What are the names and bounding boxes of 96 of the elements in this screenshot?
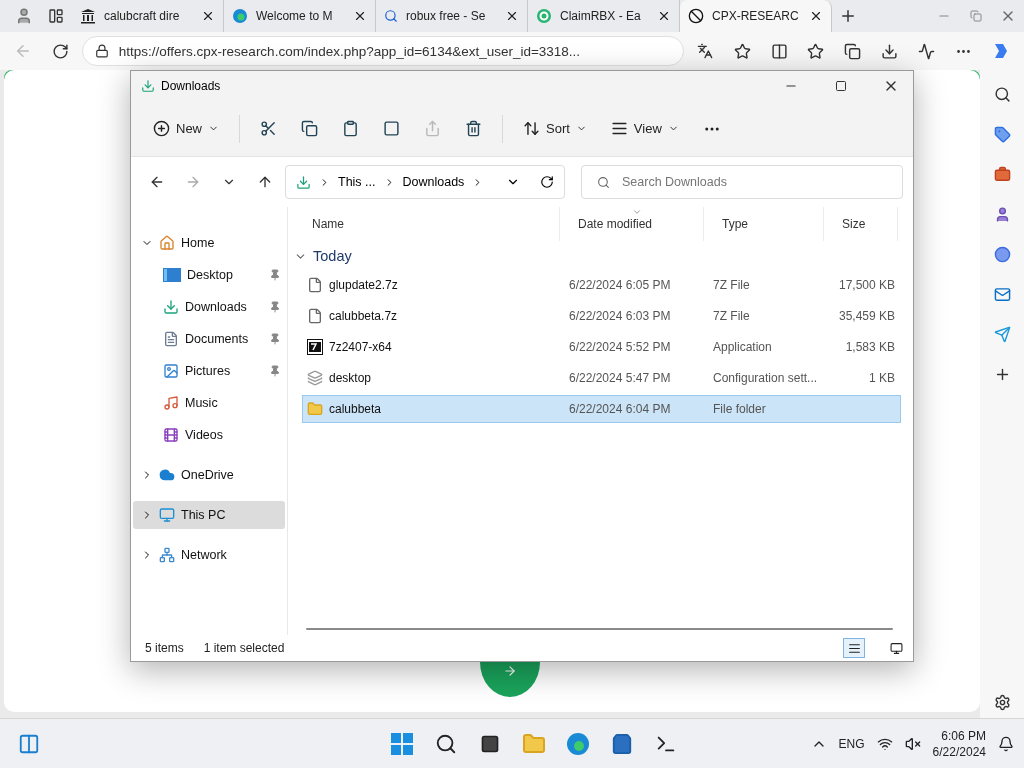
size-cell-text: 17,500 KB [837, 278, 896, 292]
c-logo-icon [536, 8, 552, 24]
document-icon [163, 331, 179, 347]
date-cell-text: 6/22/2024 6:04 PM [568, 402, 672, 416]
close-icon[interactable] [809, 9, 823, 23]
refresh-icon[interactable] [540, 175, 554, 189]
download-icon [296, 174, 311, 190]
window-title: Downloads [161, 79, 221, 93]
date-cell-text: 6/22/2024 6:03 PM [568, 309, 672, 323]
view-button[interactable]: View [600, 112, 689, 145]
file-name: calubbeta [329, 402, 382, 416]
close-icon[interactable] [657, 9, 671, 23]
file-icon [307, 277, 323, 293]
file-row[interactable]: glupdate2.7z 6/22/2024 6:05 PM 7Z File 17,500 KB [302, 271, 901, 299]
download-icon [163, 299, 179, 315]
selection-count: 1 item selected [203, 641, 285, 655]
date-cell-text: 6/22/2024 5:52 PM [568, 340, 672, 354]
browser-tab[interactable]: CPX-RESEARC [680, 0, 832, 32]
date-cell-text: 6/22/2024 6:05 PM [568, 278, 672, 292]
bank-icon [80, 8, 96, 24]
pin-icon[interactable] [269, 301, 281, 313]
nav-item[interactable]: Desktop [133, 261, 285, 289]
column-header[interactable]: Name [294, 207, 560, 241]
nav-item[interactable]: OneDrive [133, 461, 285, 489]
type-cell-text: 7Z File [712, 309, 751, 323]
address-field[interactable]: https://offers.cpx-research.com/index.php?app_id=6134&ext_user_id=3318... [81, 36, 684, 66]
download-icon [141, 79, 155, 93]
next-button[interactable] [480, 662, 540, 697]
video-icon [163, 427, 179, 443]
file-row[interactable]: calubbeta 6/22/2024 6:04 PM File folder [302, 395, 901, 423]
type-cell-text: Application [712, 340, 773, 354]
nav-item[interactable]: Home [133, 229, 285, 257]
pin-icon[interactable] [269, 269, 281, 281]
folder-icon [307, 401, 323, 417]
nav-item[interactable]: Pictures [133, 357, 285, 385]
date-cell-text: 6/22/2024 5:47 PM [568, 371, 672, 385]
notification-icon[interactable] [998, 735, 1014, 752]
group-heading: Today [313, 248, 352, 264]
nav-item[interactable]: Videos [133, 421, 285, 449]
close-icon[interactable] [505, 9, 519, 23]
lock-icon [94, 44, 109, 58]
monitor-icon [159, 507, 175, 523]
cloud-icon [159, 467, 175, 483]
size-cell-text: 35,459 KB [837, 309, 896, 323]
home-icon [159, 235, 175, 251]
plus-icon [153, 120, 170, 137]
file-row[interactable]: 7z2407-x64 6/22/2024 5:52 PM Application 1,583 KB [302, 333, 901, 361]
breadcrumb-bar[interactable]: This ... Downloads [285, 165, 565, 199]
type-cell-text: File folder [712, 402, 767, 416]
file-icon [307, 308, 323, 324]
nav-item[interactable]: Network [133, 541, 285, 569]
lines-icon [847, 641, 861, 655]
file-row[interactable]: desktop 6/22/2024 5:47 PM Configuration sett... 1 KB [302, 364, 901, 392]
file-row[interactable]: calubbeta.7z 6/22/2024 6:03 PM 7Z File 35,459 KB [302, 302, 901, 330]
new-button[interactable]: New [143, 112, 229, 145]
nav-item[interactable]: This PC [133, 501, 285, 529]
search-field[interactable]: Search Downloads [581, 165, 903, 199]
app-icon [307, 339, 323, 355]
nav-item[interactable]: Music [133, 389, 285, 417]
size-cell-text: 1,583 KB [844, 340, 896, 354]
type-cell-text: Configuration sett... [712, 371, 819, 385]
music-icon [163, 395, 179, 411]
lines-icon [610, 120, 628, 137]
file-name: glupdate2.7z [329, 278, 398, 292]
search-icon [384, 9, 398, 23]
breadcrumb-item[interactable]: This ... [338, 175, 376, 189]
column-header[interactable]: Size [824, 207, 898, 241]
network-icon [159, 547, 175, 563]
details-view-button[interactable] [843, 638, 865, 658]
nav-item[interactable]: Documents [133, 325, 285, 353]
column-header[interactable]: Type [704, 207, 824, 241]
size-cell-text: 1 KB [868, 371, 896, 385]
type-cell-text: 7Z File [712, 278, 751, 292]
file-name: 7z2407-x64 [329, 340, 392, 354]
mute-icon[interactable] [904, 735, 921, 752]
file-name: desktop [329, 371, 372, 385]
column-header[interactable]: Date modified [560, 207, 704, 241]
clock[interactable]: 6:06 PM 6/22/2024 [932, 727, 986, 760]
nav-item[interactable]: Downloads [133, 293, 285, 321]
item-count: 5 items [145, 641, 184, 655]
pin-icon[interactable] [269, 333, 281, 345]
close-icon[interactable] [353, 9, 367, 23]
close-icon[interactable] [201, 9, 215, 23]
desktop-icon [163, 268, 181, 282]
file-name: calubbeta.7z [329, 309, 398, 323]
picture-icon [163, 363, 179, 379]
sort-button[interactable]: Sort [513, 112, 597, 145]
screen-icon [889, 641, 903, 655]
sort-icon [523, 120, 540, 137]
scrollbar[interactable] [306, 628, 893, 630]
language-indicator[interactable]: ENG [838, 736, 865, 751]
prohibited-icon [688, 8, 704, 24]
breadcrumb-item[interactable]: Downloads [402, 175, 465, 189]
search-icon [597, 176, 610, 189]
pin-icon[interactable] [269, 365, 281, 377]
sort-caret-icon [631, 207, 642, 217]
